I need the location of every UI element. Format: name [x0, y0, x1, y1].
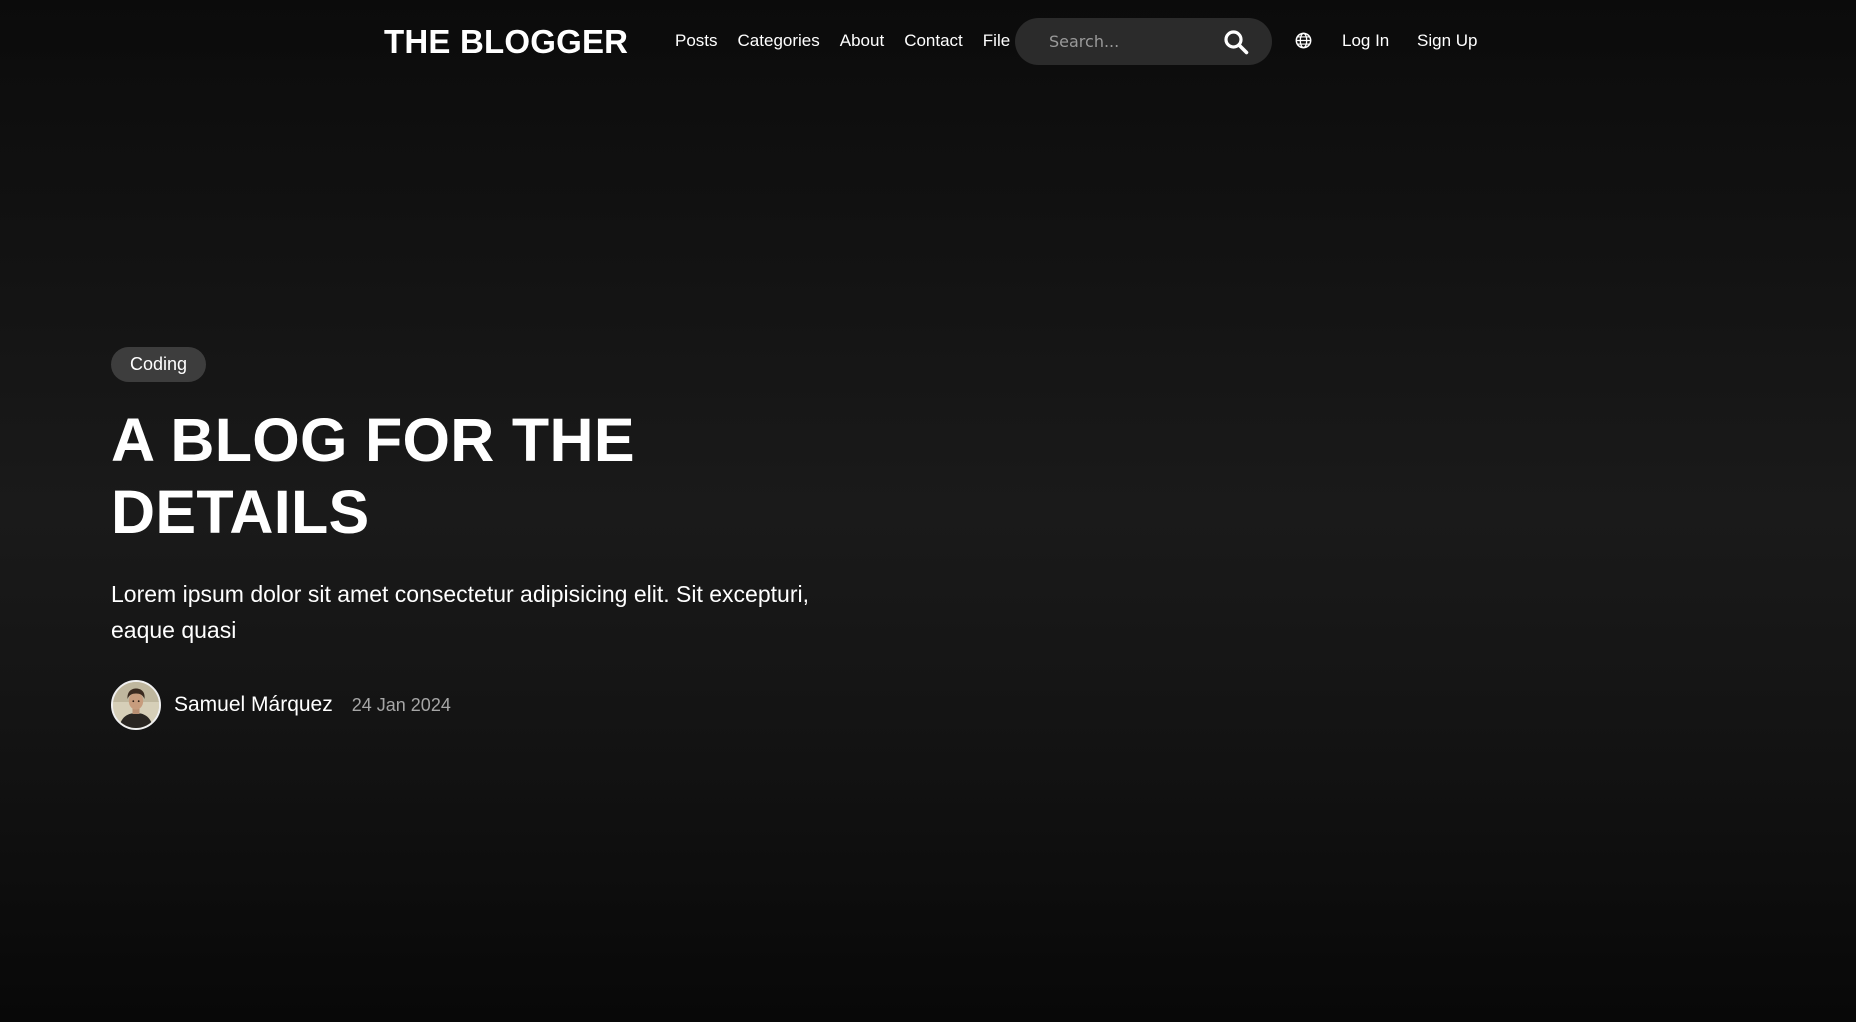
nav-item-categories[interactable]: Categories	[738, 30, 820, 52]
post-date: 24 Jan 2024	[351, 694, 451, 715]
login-link[interactable]: Log In	[1342, 30, 1389, 52]
main-nav: Posts Categories About Contact File	[675, 30, 1030, 52]
author-row: Samuel Márquez 24 Jan 2024	[111, 680, 871, 730]
nav-item-contact[interactable]: Contact	[904, 30, 963, 52]
search-icon[interactable]	[1223, 29, 1249, 55]
avatar-image	[113, 682, 159, 728]
hero-title: A BLOG FOR THE DETAILS	[111, 406, 635, 546]
search-input[interactable]	[1049, 30, 1219, 52]
nav-item-file[interactable]: File	[983, 30, 1010, 52]
hero-section: Coding A BLOG FOR THE DETAILS Lorem ipsu…	[111, 347, 871, 730]
site-header: THE BLOGGER Posts Categories About Conta…	[0, 0, 1856, 84]
category-badge[interactable]: Coding	[111, 347, 207, 382]
globe-icon[interactable]	[1295, 32, 1312, 49]
avatar[interactable]	[111, 680, 161, 730]
author-name[interactable]: Samuel Márquez	[174, 693, 333, 717]
signup-link[interactable]: Sign Up	[1417, 30, 1477, 52]
hero-subtitle: Lorem ipsum dolor sit amet consectetur a…	[111, 581, 809, 643]
nav-item-posts[interactable]: Posts	[675, 30, 718, 52]
site-logo[interactable]: THE BLOGGER	[384, 22, 628, 62]
nav-item-about[interactable]: About	[840, 30, 884, 52]
